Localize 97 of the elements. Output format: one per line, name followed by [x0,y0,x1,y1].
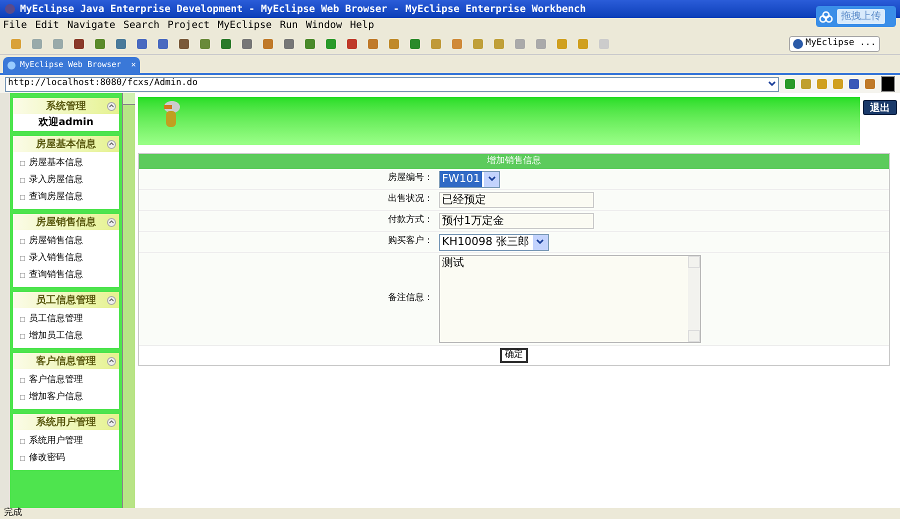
upload-label: 拖拽上传 [837,9,885,24]
sidebar-link[interactable]: 客户信息管理 [29,374,83,388]
app-icon [4,3,16,15]
sidebar-link[interactable]: 修改密码 [29,452,65,466]
bullet-icon [20,317,25,322]
cloud-icon [819,10,833,22]
toolbar-icon[interactable] [367,38,379,50]
chevron-down-icon [768,81,776,87]
toolbar-icon[interactable] [283,38,295,50]
sidebar-link[interactable]: 录入房屋信息 [29,174,83,188]
perspective-icon [792,38,803,48]
bullet-icon [20,378,25,383]
sidebar-link[interactable]: 员工信息管理 [29,312,83,326]
field-label: 购买客户： [387,235,434,248]
dropdown-field[interactable]: KH10098 张三郎 [439,234,549,250]
menu-item[interactable]: Search [123,18,160,33]
panel-header[interactable]: 员工信息管理 [13,292,119,308]
menu-item[interactable]: Edit [35,18,60,33]
toolbar-icon[interactable] [241,38,253,50]
menu-item[interactable]: MyEclipse [218,18,272,33]
menu-item[interactable]: Navigate [67,18,116,33]
sidebar-link[interactable]: 房屋基本信息 [29,156,83,170]
toolbar-icon[interactable] [220,38,232,50]
collapse-icon[interactable] [107,356,116,366]
panel-title: 房屋基本信息 [36,137,96,152]
sidebar-link[interactable]: 房屋销售信息 [29,234,83,248]
toolbar-icon[interactable] [304,38,316,50]
sidebar-link[interactable]: 增加客户信息 [29,390,83,404]
address-field[interactable]: http://localhost:8080/fcxs/Admin.do [5,76,779,92]
panel-title: 客户信息管理 [36,354,96,368]
panel-header[interactable]: 房屋基本信息 [13,136,119,152]
submit-button[interactable]: 确定 [500,348,528,363]
bullet-icon [20,239,25,244]
toolbar-icon[interactable] [346,38,358,50]
toolbar-icon[interactable] [325,38,337,50]
close-icon[interactable]: ✕ [131,59,136,71]
menu-item[interactable]: File [3,18,28,33]
collapse-icon[interactable] [107,418,116,426]
text-field[interactable]: 已经预定 [439,192,594,208]
panel-header[interactable]: 系统用户管理 [13,414,119,430]
panel-header[interactable]: 客户信息管理 [13,353,119,369]
welcome-text: 欢迎admin [37,115,94,130]
panel-title: 系统用户管理 [36,415,96,430]
sidebar-link[interactable]: 录入销售信息 [29,252,83,266]
bullet-icon [20,256,25,261]
toolbar-icon[interactable] [262,38,274,50]
dropdown-value: KH10098 张三郎 [441,234,530,250]
preview-swatch [881,76,895,92]
toolbar-icon[interactable] [409,38,421,50]
menu-item[interactable]: Window [306,18,342,33]
collapse-icon[interactable] [107,218,116,226]
chevron-down-icon [536,239,544,245]
bullet-icon [20,334,25,339]
sidebar-link[interactable]: 系统用户管理 [29,434,83,448]
sidebar-link[interactable]: 查询房屋信息 [29,190,83,204]
perspective-button[interactable]: MyEclipse ... [788,36,880,52]
dropdown-field[interactable]: FW101 [439,170,500,188]
form-header: 增加销售信息 [139,154,889,169]
toolbar-icon[interactable] [136,38,148,50]
menu-item[interactable]: Run [280,18,298,33]
panel-header[interactable]: 系统管理 [13,98,119,114]
dropdown-value: FW101 [440,170,482,188]
bullet-icon [20,195,25,200]
collapse-icon[interactable] [107,140,116,148]
toolbar-icon[interactable] [157,38,169,50]
editor-tab[interactable]: MyEclipse Web Browser ✕ [3,57,140,73]
globe-icon [7,60,16,70]
field-label: 备注信息： [387,292,434,306]
menu-item[interactable]: Project [167,18,210,33]
toolbar-icon[interactable] [199,38,211,50]
bullet-icon [20,178,25,183]
field-label: 出售状况： [387,193,434,206]
field-label: 付款方式： [387,214,434,228]
bullet-icon [20,395,25,400]
bullet-icon [20,273,25,278]
logout-button[interactable]: 退出 [863,100,897,115]
panel-title: 系统管理 [46,100,86,114]
chevron-down-icon [488,176,496,182]
sidebar-link[interactable]: 查询销售信息 [29,268,83,282]
toolbar-icon[interactable] [178,38,190,50]
toolbar-icon[interactable] [73,38,85,50]
text-field[interactable]: 预付1万定金 [439,213,594,229]
panel-title: 房屋销售信息 [36,215,96,230]
bullet-icon [20,439,25,444]
window-title: MyEclipse Java Enterprise Development - MyEclipse Web Browser - MyEclipse Enterprise Workbench [20,2,586,16]
bullet-icon [20,456,25,461]
bullet-icon [20,161,25,166]
panel-title: 员工信息管理 [36,294,96,308]
menu-item[interactable]: Help [350,18,374,33]
collapse-icon[interactable] [107,102,116,110]
status-text: 完成 [4,508,22,519]
panel-header[interactable]: 房屋销售信息 [13,214,119,230]
sidebar-link[interactable]: 增加员工信息 [29,330,83,344]
field-label: 房屋编号： [387,172,434,186]
toolbar-icon[interactable] [94,38,106,50]
toolbar-icon[interactable] [115,38,127,50]
collapse-icon[interactable] [107,296,116,304]
